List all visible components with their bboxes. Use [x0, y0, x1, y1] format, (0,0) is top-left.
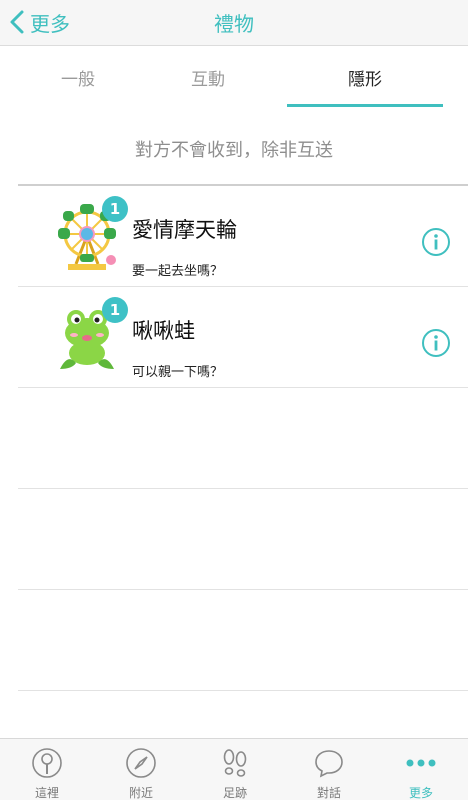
- empty-list-row: [18, 388, 468, 489]
- tabbar-item-chat[interactable]: 對話: [282, 739, 376, 800]
- gift-description: 要一起去坐嗎？: [132, 264, 224, 279]
- tabbar-label: 更多: [408, 786, 433, 800]
- hint-text: 對方不會收到，除非互送: [135, 140, 333, 161]
- compass-icon: [126, 748, 156, 778]
- tabbar-item-more[interactable]: 更多: [374, 739, 468, 800]
- bottom-tab-bar: 這裡 附近 足跡 對話 更多: [0, 738, 468, 800]
- info-icon[interactable]: [421, 227, 451, 257]
- gift-count-badge: 1: [102, 297, 128, 323]
- gift-count-badge: 1: [102, 196, 128, 222]
- active-tab-indicator: [287, 104, 443, 107]
- gift-list: 1 愛情摩天輪 要一起去坐嗎？ 1 啾啾蛙 可以親一下嗎？: [18, 184, 468, 691]
- gift-description: 可以親一下嗎？: [132, 365, 224, 380]
- more-dots-icon: [406, 759, 436, 767]
- empty-list-row: [18, 590, 468, 691]
- list-item[interactable]: 1 啾啾蛙 可以親一下嗎？: [18, 287, 468, 388]
- tabbar-item-here[interactable]: 這裡: [0, 739, 94, 800]
- location-pin-icon: [32, 748, 62, 778]
- tab-interactive[interactable]: 互動: [130, 65, 286, 90]
- tabbar-item-footprints[interactable]: 足跡: [188, 739, 282, 800]
- gift-name: 啾啾蛙: [132, 319, 195, 343]
- tabbar-label: 這裡: [34, 786, 59, 800]
- info-icon[interactable]: [421, 328, 451, 358]
- gift-tabs: 一般 互動 隱形: [0, 47, 468, 109]
- tabbar-label: 附近: [128, 786, 153, 800]
- footprints-icon: [223, 749, 247, 777]
- list-item[interactable]: 1 愛情摩天輪 要一起去坐嗎？: [18, 186, 468, 287]
- tabbar-label: 足跡: [222, 786, 247, 800]
- chat-bubble-icon: [315, 750, 343, 778]
- tabbar-item-nearby[interactable]: 附近: [94, 739, 188, 800]
- tab-invisible[interactable]: 隱形: [287, 65, 443, 90]
- navigation-bar: 更多 禮物: [0, 0, 468, 46]
- tabbar-label: 對話: [316, 786, 341, 800]
- gift-name: 愛情摩天輪: [132, 218, 237, 242]
- empty-list-row: [18, 489, 468, 590]
- page-title: 禮物: [214, 12, 254, 36]
